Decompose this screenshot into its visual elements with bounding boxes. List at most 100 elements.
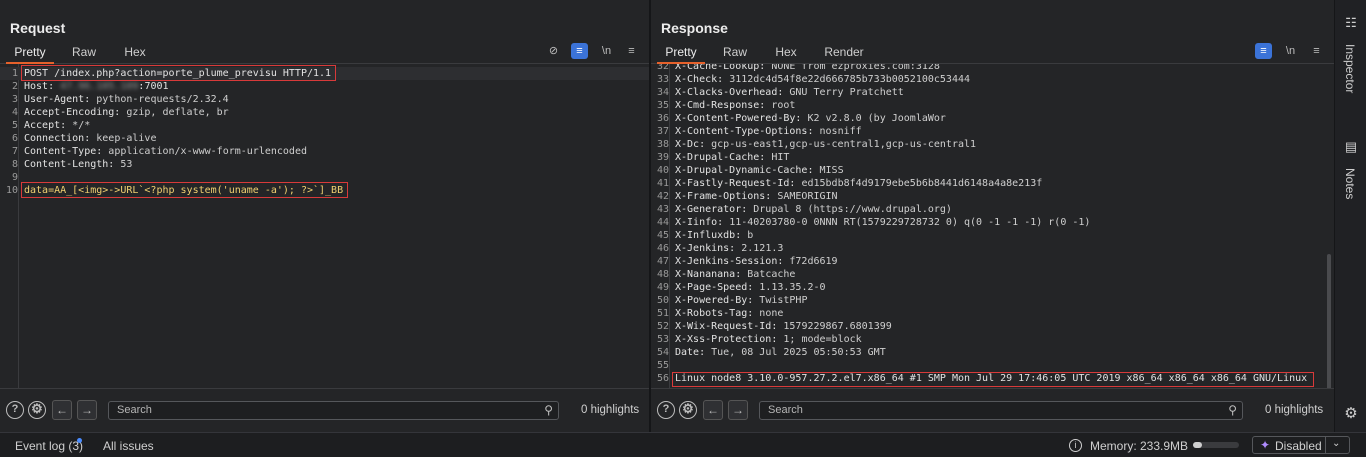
info-icon[interactable]: i: [1069, 439, 1082, 452]
line-number: 1: [11, 68, 18, 79]
ai-mode-select[interactable]: ✦ Disabled ⌄: [1252, 436, 1350, 454]
header-key: X-Content-Powered-By:: [675, 113, 802, 124]
header-key: Content-Type:: [24, 146, 103, 157]
line-number: 52: [656, 321, 669, 332]
code-line: 43 X-Generator: Drupal 8 (https://www.dru…: [651, 203, 1334, 216]
code-line: 47 X-Jenkins-Session: f72d6619: [651, 255, 1334, 268]
header-key: X-Frame-Options:: [675, 191, 772, 202]
code-line: 32 X-Cache-Lookup: NONE from ezproxies.co…: [651, 64, 1334, 73]
header-value: K2 v2.8.0 (by JoomlaWor: [801, 113, 946, 124]
event-log-link[interactable]: Event log (3): [15, 439, 83, 453]
menu-icon[interactable]: ≡: [623, 43, 640, 59]
tab-hex[interactable]: Hex: [116, 44, 154, 64]
line-content: X-Wix-Request-Id: 1579229867.6801399: [675, 320, 892, 333]
tab-pretty[interactable]: Pretty: [657, 44, 705, 64]
header-key: Content-Length:: [24, 159, 115, 170]
header-value: 11-40203780-0 0NNN RT(1579229728732 0) q…: [723, 217, 1091, 228]
line-content: X-Fastly-Request-Id: ed15bdb8f4d9179ebe5…: [675, 177, 1042, 190]
response-search-input[interactable]: Search ⚲: [759, 401, 1243, 420]
header-key: X-Robots-Tag:: [675, 308, 754, 319]
header-value: gcp-us-east1,gcp-us-central1,gcp-us-cent…: [705, 139, 977, 150]
line-content: X-Page-Speed: 1.13.35.2-0: [675, 281, 826, 294]
header-key: Accept:: [24, 120, 67, 131]
settings-gear-icon[interactable]: ⚙: [679, 401, 697, 419]
back-arrow-icon[interactable]: ←: [703, 400, 723, 420]
chevron-down-icon: ⌄: [1332, 438, 1341, 449]
header-key: X-Content-Type-Options:: [675, 126, 814, 137]
sidebar-item-inspector[interactable]: Inspector: [1343, 44, 1357, 93]
line-number: 3: [11, 94, 18, 105]
line-number: 6: [11, 133, 18, 144]
tab-render[interactable]: Render: [819, 44, 869, 64]
help-icon[interactable]: ?: [6, 401, 24, 419]
line-number: 45: [656, 230, 669, 241]
line-number: 40: [656, 165, 669, 176]
newline-icon[interactable]: \n: [598, 43, 615, 59]
code-line: 5 Accept: */*: [0, 119, 649, 132]
line-number: 44: [656, 217, 669, 228]
code-line: 8 Content-Length: 53: [0, 158, 649, 171]
tab-raw[interactable]: Raw: [64, 44, 104, 64]
sparkle-icon: ✦: [1260, 438, 1271, 452]
search-icon[interactable]: ⚲: [544, 403, 553, 417]
inspector-icon[interactable]: ☷: [1344, 16, 1358, 30]
forward-arrow-icon[interactable]: →: [728, 400, 748, 420]
header-value: root: [765, 100, 796, 111]
header-value: python-requests/2.32.4: [90, 94, 229, 105]
request-search-input[interactable]: Search ⚲: [108, 401, 559, 420]
line-number: 47: [656, 256, 669, 267]
wrap-icon[interactable]: ≡: [1255, 43, 1272, 59]
header-value: Tue, 08 Jul 2025 05:50:53 GMT: [705, 347, 886, 358]
header-key: X-Powered-By:: [675, 295, 754, 306]
line-number: 34: [656, 87, 669, 98]
line-content: X-Influxdb: b: [675, 229, 753, 242]
code-line: 49 X-Page-Speed: 1.13.35.2-0: [651, 281, 1334, 294]
request-editor[interactable]: 1 POST /index.php?action=porte_plume_prev…: [0, 64, 649, 388]
line-number: 53: [656, 334, 669, 345]
header-value: none: [753, 308, 784, 319]
help-icon[interactable]: ?: [657, 401, 675, 419]
line-number: 41: [656, 178, 669, 189]
header-key: X-Dc:: [675, 139, 706, 150]
header-key: X-Cmd-Response:: [675, 100, 766, 111]
header-value: nosniff: [813, 126, 862, 137]
right-sidebar: ☷ Inspector ▤ Notes ⚙: [1334, 0, 1366, 432]
header-key: X-Iinfo:: [675, 217, 724, 228]
line-content: X-Iinfo: 11-40203780-0 0NNN RT(157922972…: [675, 216, 1090, 229]
newline-icon[interactable]: \n: [1282, 43, 1299, 59]
search-icon[interactable]: ⚲: [1228, 403, 1237, 417]
header-value: b: [741, 230, 754, 241]
notes-icon[interactable]: ▤: [1344, 140, 1358, 154]
line-number: 8: [11, 159, 18, 170]
header-value: NONE from ezproxies.com:3128: [765, 64, 940, 72]
line-number: 55: [656, 360, 669, 371]
eye-off-icon[interactable]: ⊘: [545, 43, 562, 59]
header-key: X-Fastly-Request-Id:: [675, 178, 796, 189]
tab-pretty[interactable]: Pretty: [6, 44, 54, 64]
event-log-badge: [77, 438, 82, 443]
menu-icon[interactable]: ≡: [1308, 43, 1325, 59]
line-content: X-Check: 3112dc4d54f8e22d666785b733b0052…: [675, 73, 970, 86]
line-content: X-Jenkins-Session: f72d6619: [675, 255, 838, 268]
status-bar: Event log (3) All issues i Memory: 233.9…: [0, 432, 1366, 457]
back-arrow-icon[interactable]: ←: [52, 400, 72, 420]
header-value: MISS: [813, 165, 844, 176]
header-key: Host:: [24, 81, 55, 92]
line-number: 49: [656, 282, 669, 293]
memory-bar: [1193, 442, 1239, 448]
code-line: 48 X-Nananana: Batcache: [651, 268, 1334, 281]
all-issues-link[interactable]: All issues: [103, 439, 154, 453]
header-key: X-Jenkins-Session:: [675, 256, 784, 267]
header-value: f72d6619: [783, 256, 838, 267]
code-line: 55: [651, 359, 1334, 372]
header-key: X-Influxdb:: [675, 230, 742, 241]
wrap-icon[interactable]: ≡: [571, 43, 588, 59]
tab-raw[interactable]: Raw: [715, 44, 755, 64]
settings-gear-icon[interactable]: ⚙: [1344, 406, 1358, 421]
sidebar-item-notes[interactable]: Notes: [1343, 168, 1357, 199]
header-key: X-Xss-Protection:: [675, 334, 778, 345]
forward-arrow-icon[interactable]: →: [77, 400, 97, 420]
settings-gear-icon[interactable]: ⚙: [28, 401, 46, 419]
response-editor[interactable]: 32 X-Cache-Lookup: NONE from ezproxies.co…: [651, 64, 1334, 388]
tab-hex[interactable]: Hex: [767, 44, 805, 64]
